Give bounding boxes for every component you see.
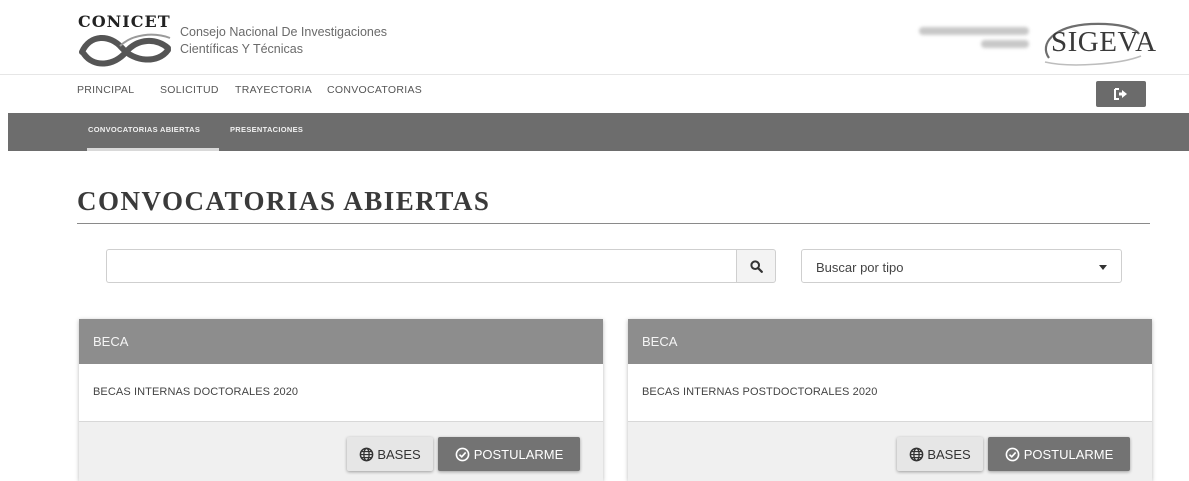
page-title: CONVOCATORIAS ABIERTAS (77, 186, 491, 216)
sign-out-icon (1114, 88, 1127, 100)
nav-item-trayectoria[interactable]: TRAYECTORIA (235, 84, 312, 96)
search-input[interactable] (106, 249, 736, 283)
card-header: BECA (628, 319, 1152, 364)
check-circle-icon (1005, 447, 1020, 461)
type-filter-selected: Buscar por tipo (816, 260, 904, 275)
card-header: BECA (79, 319, 603, 364)
institution-name-line1: Consejo Nacional De Investigaciones (180, 25, 388, 39)
convocatoria-card: BECA BECAS INTERNAS DOCTORALES 2020 BASE… (79, 319, 603, 481)
search-button[interactable] (736, 249, 776, 283)
globe-icon (909, 447, 924, 461)
sigeva-logo: SIGEVA (1031, 14, 1156, 66)
globe-icon (359, 447, 374, 461)
convocatoria-card: BECA BECAS INTERNAS POSTDOCTORALES 2020 … (628, 319, 1152, 481)
card-title: BECAS INTERNAS POSTDOCTORALES 2020 (642, 386, 878, 398)
institution-name-line2: Científicas Y Técnicas (180, 42, 303, 56)
nav-item-solicitud[interactable]: SOLICITUD (160, 84, 219, 96)
subnav-tab-presentaciones[interactable]: PRESENTACIONES (230, 125, 303, 134)
sub-nav: CONVOCATORIAS ABIERTAS PRESENTACIONES (8, 113, 1189, 151)
user-name-redacted (919, 27, 1029, 35)
subnav-tab-convocatorias-abiertas[interactable]: CONVOCATORIAS ABIERTAS (88, 125, 200, 134)
card-type: BECA (93, 334, 129, 349)
conicet-logo[interactable]: CONICET Consejo Nacional De Investigacio… (76, 12, 406, 67)
user-date-redacted (981, 40, 1029, 48)
postularme-button[interactable]: POSTULARME (988, 437, 1130, 471)
user-info-blurred (879, 22, 1029, 52)
check-circle-icon (455, 447, 470, 461)
logout-button[interactable] (1096, 81, 1146, 107)
sigeva-wordmark: SIGEVA (1051, 26, 1157, 58)
postularme-label: POSTULARME (473, 446, 564, 462)
type-filter-select[interactable]: Buscar por tipo (801, 249, 1122, 283)
conicet-infinity-icon (79, 33, 171, 67)
bases-label: BASES (927, 446, 971, 462)
active-tab-indicator (87, 148, 219, 151)
card-footer: BASES POSTULARME (79, 421, 603, 481)
caret-down-icon (1099, 265, 1107, 270)
search-icon (749, 259, 763, 273)
bases-button[interactable]: BASES (897, 437, 983, 471)
app-header: CONICET Consejo Nacional De Investigacio… (0, 0, 1189, 75)
nav-item-principal[interactable]: PRINCIPAL (77, 84, 134, 96)
nav-item-convocatorias[interactable]: CONVOCATORIAS (327, 84, 422, 96)
card-type: BECA (642, 334, 678, 349)
postularme-label: POSTULARME (1023, 446, 1114, 462)
card-title: BECAS INTERNAS DOCTORALES 2020 (93, 386, 299, 398)
bases-button[interactable]: BASES (347, 437, 433, 471)
main-nav: PRINCIPAL SOLICITUD TRAYECTORIA CONVOCAT… (0, 76, 1189, 106)
title-divider (77, 223, 1150, 224)
postularme-button[interactable]: POSTULARME (438, 437, 580, 471)
bases-label: BASES (377, 446, 421, 462)
card-footer: BASES POSTULARME (628, 421, 1152, 481)
